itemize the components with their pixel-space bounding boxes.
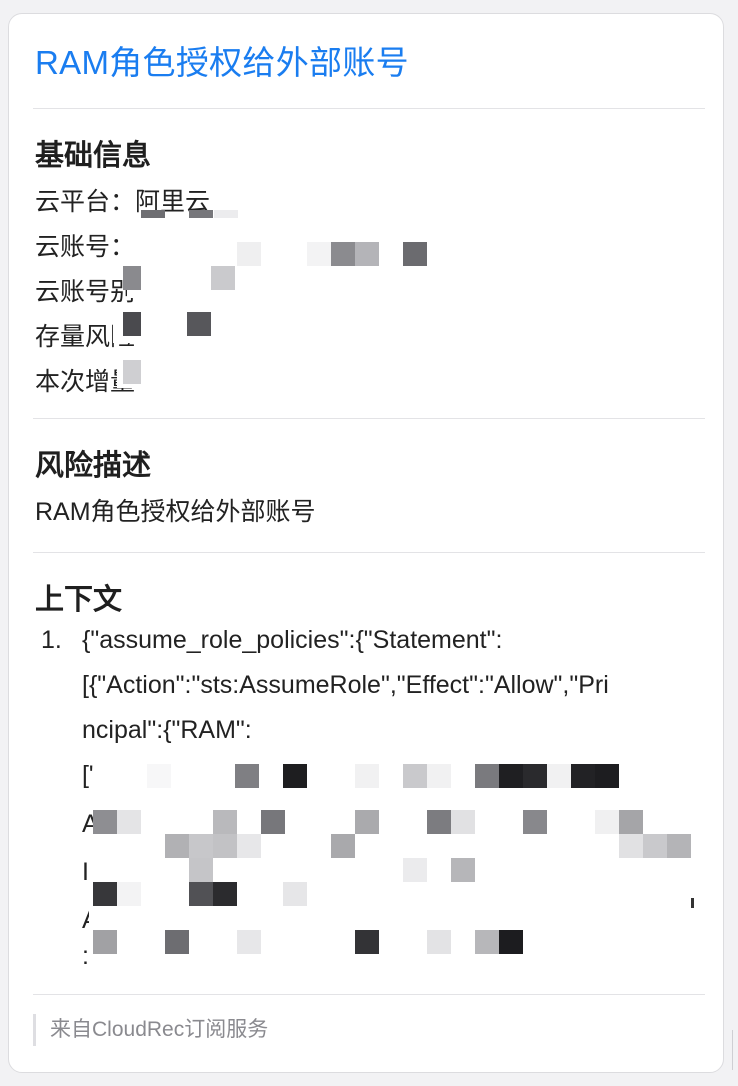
redaction-pixel <box>403 242 427 266</box>
redaction-pixel <box>93 882 117 906</box>
redaction-pixel <box>123 312 141 336</box>
redaction-mask <box>127 264 427 298</box>
redaction-pixel <box>691 898 694 908</box>
redaction-pixel <box>355 242 379 266</box>
alert-card: RAM角色授权给外部账号 基础信息 云平台：阿里云 云账号： 云账号别 存量风险… <box>8 13 724 1073</box>
redaction-pixel <box>141 210 165 218</box>
redaction-pixel <box>189 210 213 218</box>
alert-title: RAM角色授权给外部账号 <box>35 44 409 81</box>
redaction-pixel <box>355 810 379 834</box>
redaction-pixel <box>165 834 189 858</box>
redaction-pixel <box>355 930 379 954</box>
redaction-pixel <box>214 210 238 218</box>
redaction-pixel <box>123 266 141 290</box>
redaction-pixel <box>619 834 643 858</box>
context-line: : <box>82 942 89 970</box>
redaction-pixel <box>189 858 213 882</box>
redaction-pixel <box>403 858 427 882</box>
redaction-pixel <box>499 764 523 788</box>
redaction-mask <box>113 309 353 343</box>
redaction-mask <box>117 354 317 388</box>
redaction-pixel <box>237 930 261 954</box>
redaction-pixel <box>427 810 451 834</box>
redaction-pixel <box>499 930 523 954</box>
redaction-pixel <box>595 810 619 834</box>
redaction-pixel <box>123 360 141 384</box>
redaction-pixel <box>93 810 117 834</box>
redaction-pixel <box>283 764 307 788</box>
divider <box>33 552 705 553</box>
redaction-pixel <box>547 764 571 788</box>
account-alias-line: 云账号别 <box>35 278 136 306</box>
redaction-pixel <box>427 930 451 954</box>
redaction-pixel <box>571 764 595 788</box>
redaction-pixel <box>475 930 499 954</box>
redaction-pixel <box>667 834 691 858</box>
redaction-pixel <box>475 764 499 788</box>
redaction-mask <box>89 854 705 904</box>
redaction-pixel <box>331 242 355 266</box>
redaction-pixel <box>619 810 643 834</box>
redaction-pixel <box>187 312 211 336</box>
redaction-pixel <box>213 882 237 906</box>
redaction-pixel <box>261 810 285 834</box>
redaction-pixel <box>523 764 547 788</box>
context-line: [{"Action":"sts:AssumeRole","Effect":"Al… <box>82 671 609 699</box>
divider <box>33 994 705 995</box>
redaction-pixel <box>331 834 355 858</box>
context-line: ncipal":{"RAM": <box>82 716 252 744</box>
redaction-mask <box>127 399 327 403</box>
context-line: {"assume_role_policies":{"Statement": <box>82 626 503 654</box>
redaction-pixel <box>235 764 259 788</box>
redaction-pixel <box>211 266 235 290</box>
redaction-pixel <box>213 810 237 834</box>
redaction-pixel <box>237 834 261 858</box>
divider <box>33 418 705 419</box>
divider <box>33 108 705 109</box>
redaction-pixel <box>165 930 189 954</box>
redaction-pixel <box>451 810 475 834</box>
redaction-pixel <box>403 764 427 788</box>
context-item-number: 1. <box>41 626 62 654</box>
redaction-pixel <box>523 810 547 834</box>
redaction-pixel <box>93 930 117 954</box>
context-line: I <box>82 858 89 886</box>
redaction-pixel <box>307 242 331 266</box>
redaction-pixel <box>189 834 213 858</box>
redaction-pixel <box>147 764 171 788</box>
risk-description-heading: 风险描述 <box>35 450 152 482</box>
redaction-pixel <box>213 834 237 858</box>
redaction-pixel <box>283 882 307 906</box>
footer-source: 来自CloudRec订阅服务 <box>33 1014 268 1046</box>
window-edge <box>732 1030 738 1070</box>
account-line: 云账号： <box>35 233 136 261</box>
redaction-pixel <box>595 764 619 788</box>
platform-line: 云平台：阿里云 <box>35 188 211 216</box>
redaction-pixel <box>189 882 213 906</box>
redaction-pixel <box>355 764 379 788</box>
redaction-pixel <box>237 242 261 266</box>
redaction-pixel <box>643 834 667 858</box>
redaction-pixel <box>117 882 141 906</box>
basic-info-heading: 基础信息 <box>35 140 152 172</box>
context-heading: 上下文 <box>35 584 123 616</box>
redaction-pixel <box>117 810 141 834</box>
risk-description-text: RAM角色授权给外部账号 <box>35 498 316 526</box>
redaction-pixel <box>427 764 451 788</box>
redaction-pixel <box>451 858 475 882</box>
